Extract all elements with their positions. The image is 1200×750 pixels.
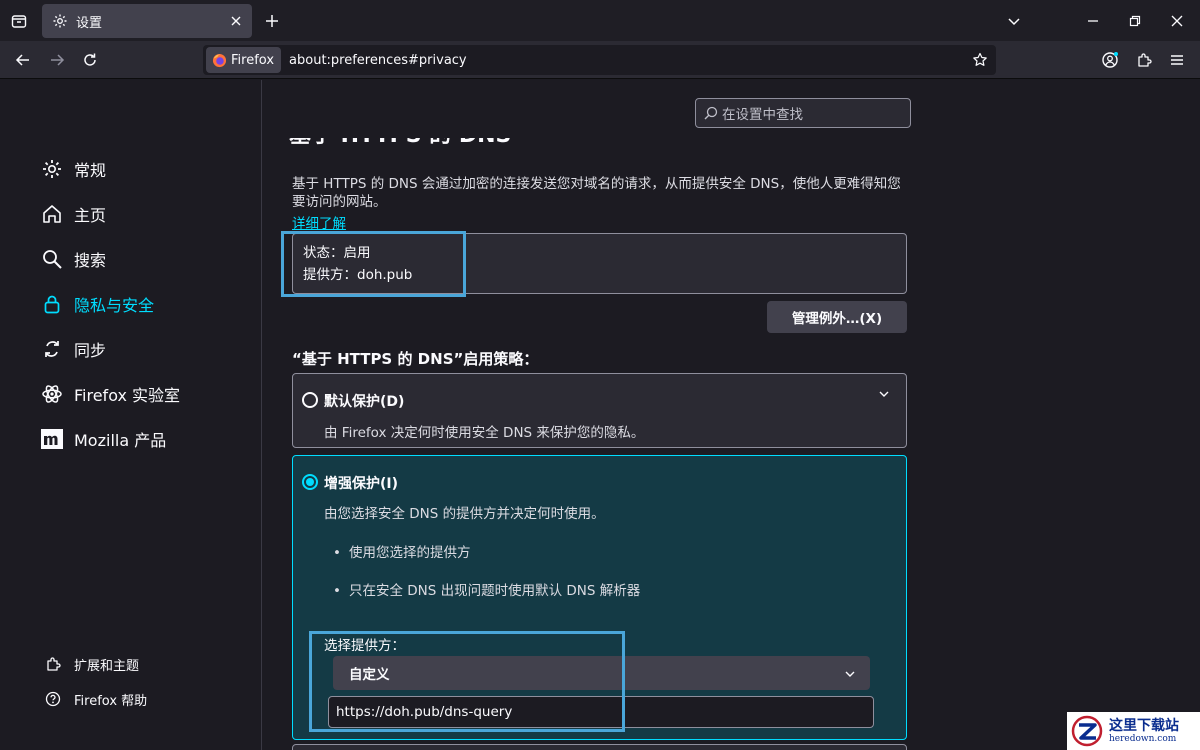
help-label: Firefox 帮助 — [74, 693, 148, 709]
sidebar-item-label: 常规 — [74, 161, 107, 180]
hamburger-menu-icon — [1171, 55, 1183, 65]
watermark-logo-icon — [1071, 715, 1103, 747]
category-sidebar: 常规 主页 搜索 隐私与安全 同步 Firefox 实验室 Mozilla 产品… — [0, 80, 262, 750]
new-tab-button[interactable] — [261, 10, 283, 32]
extensions-and-themes-link[interactable]: 扩展和主题 — [44, 653, 139, 675]
reload-icon — [84, 53, 96, 66]
gear-icon — [40, 157, 64, 181]
dns-policy-title: “基于 HTTPS 的 DNS”启用策略： — [292, 350, 539, 368]
search-icon — [704, 106, 718, 120]
gear-icon — [52, 13, 68, 29]
sidebar-item-privacy[interactable]: 隐私与安全 — [40, 289, 154, 319]
sidebar-item-sync[interactable]: 同步 — [40, 334, 106, 364]
list-item: 只在安全 DNS 出现问题时使用默认 DNS 解析器 — [333, 579, 640, 599]
firefox-help-link[interactable]: Firefox 帮助 — [44, 688, 147, 710]
site-watermark: 这里下载站 heredown.com — [1067, 712, 1200, 750]
chevron-down-icon — [1008, 18, 1020, 26]
watermark-cn: 这里下载站 — [1109, 717, 1179, 734]
tab-strip: 设置 — [0, 0, 1200, 41]
account-icon — [1102, 52, 1118, 68]
forward-button[interactable] — [46, 49, 68, 71]
chevron-down-icon — [844, 668, 856, 680]
firefox-logo-icon — [212, 53, 227, 68]
search-placeholder: 在设置中查找 — [722, 107, 803, 123]
puzzle-icon — [44, 655, 62, 673]
option-max-protection[interactable] — [292, 744, 907, 750]
tab-settings[interactable]: 设置 — [42, 4, 252, 38]
app-menu-button[interactable] — [1166, 49, 1188, 71]
home-icon — [40, 202, 64, 226]
sidebar-item-label: Firefox 实验室 — [74, 386, 181, 405]
option-label: 默认保护(D) — [324, 394, 405, 410]
plus-icon — [266, 15, 278, 27]
forward-arrow-icon — [51, 54, 65, 66]
help-icon — [44, 690, 62, 708]
sidebar-item-label: 同步 — [74, 341, 107, 360]
section-title-dns-over-https: 基于 HTTPS 的 DNS — [289, 138, 511, 160]
sidebar-item-search[interactable]: 搜索 — [40, 244, 106, 274]
default-protection-radio[interactable] — [302, 392, 318, 408]
sidebar-item-home[interactable]: 主页 — [40, 199, 106, 229]
dns-description: 基于 HTTPS 的 DNS 会通过加密的连接发送您对域名的请求，从而提供安全 … — [292, 176, 901, 210]
minimize-icon — [1088, 20, 1098, 22]
sidebar-item-label: 隐私与安全 — [74, 296, 155, 315]
list-all-tabs-button[interactable] — [8, 10, 30, 32]
navigation-toolbar: Firefox about:preferences#privacy — [0, 41, 1200, 79]
labs-icon — [40, 382, 64, 406]
tab-list-dropdown-button[interactable] — [1003, 10, 1025, 32]
option-description: 由 Firefox 决定何时使用安全 DNS 来保护您的隐私。 — [324, 425, 645, 441]
back-arrow-icon — [15, 54, 29, 66]
lock-icon — [40, 292, 64, 316]
back-button[interactable] — [12, 49, 34, 71]
preferences-content: 在设置中查找 基于 HTTPS 的 DNS 基于 HTTPS 的 DNS 会通过… — [263, 80, 1200, 750]
sidebar-item-general[interactable]: 常规 — [40, 154, 106, 184]
puzzle-icon — [1138, 53, 1152, 67]
annotation-highlight-box — [309, 631, 625, 732]
sidebar-item-label: Mozilla 产品 — [74, 431, 167, 450]
chevron-down-icon[interactable] — [878, 388, 890, 400]
close-window-button[interactable] — [1166, 10, 1188, 32]
increased-protection-radio[interactable] — [302, 474, 318, 490]
list-item: 使用您选择的提供方 — [333, 541, 471, 561]
mozilla-icon — [40, 427, 64, 451]
identity-label: Firefox — [231, 52, 275, 68]
annotation-highlight-box — [281, 231, 466, 297]
close-icon — [1171, 15, 1183, 27]
restore-icon — [1129, 15, 1141, 27]
close-tab-icon[interactable] — [230, 15, 242, 27]
settings-search-input[interactable]: 在设置中查找 — [695, 98, 911, 128]
account-button[interactable] — [1099, 49, 1121, 71]
sidebar-item-labs[interactable]: Firefox 实验室 — [40, 379, 180, 409]
tab-title: 设置 — [76, 15, 103, 31]
identity-box[interactable]: Firefox — [206, 47, 282, 73]
restore-button[interactable] — [1124, 10, 1146, 32]
learn-more-link[interactable]: 详细了解 — [292, 212, 346, 232]
sidebar-item-label: 主页 — [74, 206, 107, 225]
option-label: 增强保护(I) — [324, 476, 399, 492]
reload-button[interactable] — [79, 49, 101, 71]
search-icon — [40, 247, 64, 271]
extensions-label: 扩展和主题 — [74, 658, 140, 674]
sync-icon — [40, 337, 64, 361]
extensions-button[interactable] — [1133, 49, 1155, 71]
sidebar-item-label: 搜索 — [74, 251, 107, 270]
option-default-protection[interactable]: 默认保护(D) 由 Firefox 决定何时使用安全 DNS 来保护您的隐私。 — [292, 373, 907, 448]
minimize-button[interactable] — [1082, 10, 1104, 32]
url-bar[interactable]: Firefox about:preferences#privacy — [203, 45, 996, 75]
bookmark-star-icon[interactable] — [972, 52, 988, 68]
tab-list-icon — [11, 15, 27, 28]
url-text[interactable]: about:preferences#privacy — [289, 53, 972, 68]
option-description: 由您选择安全 DNS 的提供方并决定何时使用。 — [324, 506, 605, 522]
manage-exceptions-button[interactable]: 管理例外…(X) — [767, 301, 907, 333]
sidebar-item-mozilla[interactable]: Mozilla 产品 — [40, 424, 166, 454]
watermark-en: heredown.com — [1109, 733, 1177, 744]
